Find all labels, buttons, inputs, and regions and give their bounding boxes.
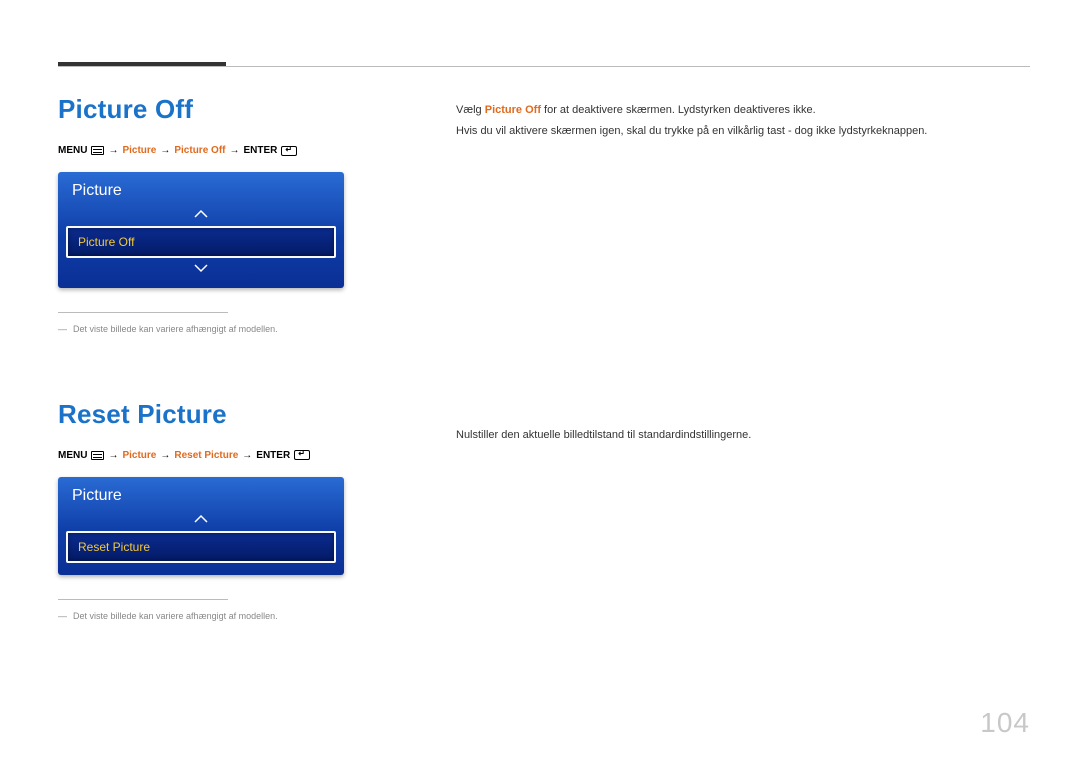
arrow-icon: → (160, 450, 170, 461)
chevron-up-row (58, 206, 344, 224)
arrow-icon: → (242, 450, 252, 461)
breadcrumb-reset-picture-label: Reset Picture (174, 450, 238, 461)
enter-icon (281, 146, 297, 156)
arrow-icon: → (229, 145, 239, 156)
breadcrumb-picture-off-label: Picture Off (174, 145, 225, 156)
body-paragraph: Vælg Picture Off for at deaktivere skærm… (456, 102, 1030, 119)
breadcrumb-picture-label: Picture (122, 145, 156, 156)
osd-selected-item: Reset Picture (66, 531, 336, 563)
arrow-icon: → (160, 145, 170, 156)
body-text-bold: Picture Off (485, 104, 541, 116)
content-columns: Picture Off MENU → Picture → Picture Off… (58, 94, 1030, 623)
chevron-up-icon (193, 209, 209, 219)
body-text-pre: Vælg (456, 104, 485, 116)
arrow-icon: → (108, 450, 118, 461)
body-paragraph: Nulstiller den aktuelle billedtilstand t… (456, 427, 1030, 444)
breadcrumb-picture-label: Picture (122, 450, 156, 461)
osd-menu-picture-off: Picture Picture Off (58, 172, 344, 288)
breadcrumb-enter-label: ENTER (256, 450, 290, 461)
enter-icon (294, 450, 310, 460)
menu-icon (91, 146, 104, 155)
page: Picture Off MENU → Picture → Picture Off… (0, 0, 1080, 763)
footnote-text: Det viste billede kan variere afhængigt … (73, 323, 278, 337)
body-text-post: for at deaktivere skærmen. Lydstyrken de… (541, 104, 816, 116)
page-number: 104 (980, 707, 1030, 739)
spacer (456, 144, 1030, 427)
breadcrumb-enter-label: ENTER (243, 145, 277, 156)
section-title-reset-picture: Reset Picture (58, 399, 396, 430)
breadcrumb-menu-label: MENU (58, 450, 87, 461)
dash-icon: ― (58, 323, 67, 337)
arrow-icon: → (108, 145, 118, 156)
note-divider (58, 312, 228, 313)
chevron-up-icon (193, 514, 209, 524)
header-divider (58, 66, 1030, 67)
breadcrumb-menu-label: MENU (58, 145, 87, 156)
breadcrumb-reset-picture: MENU → Picture → Reset Picture → ENTER (58, 450, 396, 461)
breadcrumb-picture-off: MENU → Picture → Picture Off → ENTER (58, 145, 396, 156)
note-divider (58, 599, 228, 600)
right-column: Vælg Picture Off for at deaktivere skærm… (456, 94, 1030, 623)
body-paragraph: Hvis du vil aktivere skærmen igen, skal … (456, 123, 1030, 140)
chevron-down-icon (193, 263, 209, 273)
footnote: ― Det viste billede kan variere afhængig… (58, 610, 396, 624)
section-title-picture-off: Picture Off (58, 94, 396, 125)
chevron-down-row (58, 260, 344, 278)
osd-menu-header: Picture (58, 477, 344, 511)
footnote: ― Det viste billede kan variere afhængig… (58, 323, 396, 337)
osd-selected-item: Picture Off (66, 226, 336, 258)
osd-menu-reset-picture: Picture Reset Picture (58, 477, 344, 575)
menu-icon (91, 451, 104, 460)
left-column: Picture Off MENU → Picture → Picture Off… (58, 94, 396, 623)
footnote-text: Det viste billede kan variere afhængigt … (73, 610, 278, 624)
section-gap (58, 337, 396, 399)
dash-icon: ― (58, 610, 67, 624)
chevron-up-row (58, 511, 344, 529)
osd-menu-header: Picture (58, 172, 344, 206)
